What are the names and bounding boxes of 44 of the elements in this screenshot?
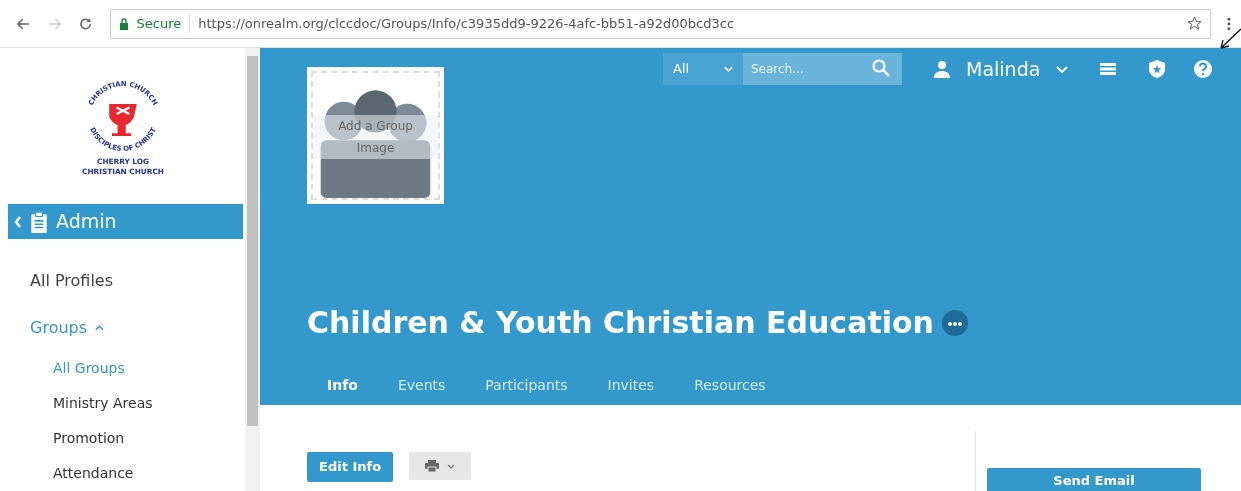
edit-info-button[interactable]: Edit Info — [307, 452, 394, 482]
user-icon — [934, 60, 950, 78]
search-field[interactable]: Search... — [743, 53, 902, 85]
tab[interactable]: Events — [377, 365, 466, 411]
star-icon[interactable] — [1187, 16, 1203, 31]
address-bar[interactable]: Secure https://onrealm.org/clccdoc/Groups/Info/c3935dd9-9226-4afc-bb51-a92d00bcd3cc — [109, 8, 1212, 39]
admin-label: Admin — [56, 209, 117, 235]
scope-dropdown[interactable]: All — [663, 53, 743, 85]
tab[interactable]: Info — [307, 365, 378, 411]
send-email-button[interactable]: Send Email — [987, 468, 1201, 491]
clipboard-icon — [30, 210, 48, 233]
more-options-icon[interactable] — [941, 309, 968, 336]
scrollbar-thumb[interactable] — [247, 56, 258, 426]
back-chevron-icon[interactable] — [14, 215, 22, 228]
caret-icon[interactable] — [95, 324, 105, 331]
tab[interactable]: Invites — [587, 365, 675, 411]
printer-icon — [425, 460, 440, 472]
sidebar-item[interactable]: Groups — [0, 304, 245, 351]
image-caption: Add a Group Image — [313, 115, 438, 159]
group-title: Children & Youth Christian Education — [307, 304, 934, 342]
caret-icon — [724, 66, 733, 72]
caret-icon — [1056, 65, 1069, 73]
search-icon[interactable] — [872, 59, 890, 77]
tab[interactable]: Participants — [465, 365, 588, 411]
print-button[interactable] — [409, 452, 472, 480]
sidebar-subitem[interactable]: Promotion — [0, 421, 245, 456]
annotation-arrow — [1218, 28, 1241, 50]
sidebar-subitem[interactable]: Ministry Areas — [0, 386, 245, 421]
sidebar-subitem[interactable]: All Groups — [0, 351, 245, 386]
shield-icon[interactable] — [1147, 59, 1167, 79]
sidebar-subitem[interactable]: Attendance — [0, 456, 245, 491]
user-menu[interactable]: Malinda — [928, 53, 1075, 85]
secure-label: Secure — [136, 14, 182, 33]
church-name: CHERRY LOG CHRISTIAN CHURCH — [81, 157, 164, 176]
tab[interactable]: Resources — [674, 365, 786, 411]
admin-header[interactable]: Admin — [8, 204, 243, 239]
menu-icon[interactable] — [1227, 15, 1231, 32]
caret-icon — [447, 463, 456, 469]
sidebar-item[interactable]: All Profiles — [0, 257, 245, 304]
url-text: https://onrealm.org/clccdoc/Groups/Info/c3935dd9-9226-4afc-bb51-a92d00bcd3cc — [189, 13, 735, 34]
lock-icon — [118, 17, 129, 30]
reload-icon[interactable] — [78, 15, 94, 32]
help-icon[interactable] — [1193, 59, 1213, 79]
group-image-placeholder[interactable]: Add a Group Image — [307, 67, 444, 204]
